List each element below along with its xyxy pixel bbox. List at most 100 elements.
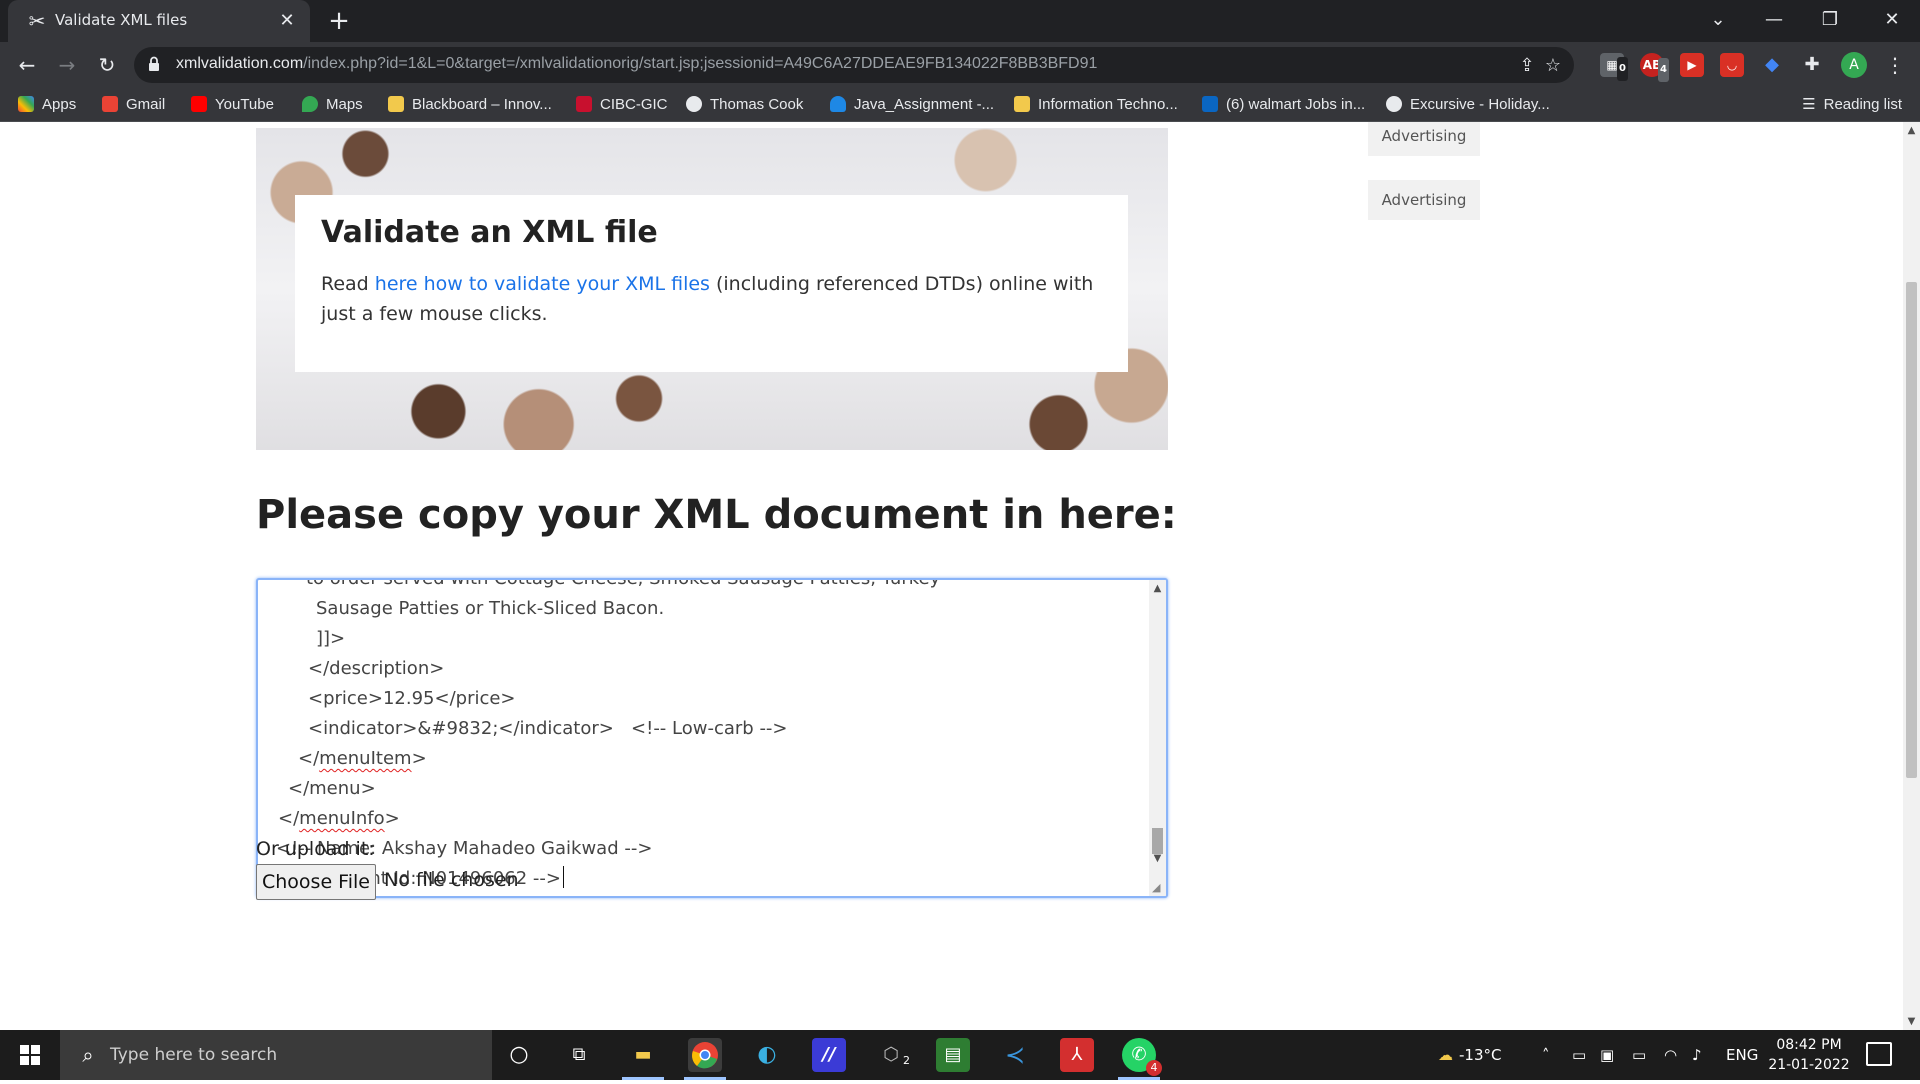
tab-close-icon[interactable]: ✕ bbox=[276, 10, 298, 32]
editor-scrollbar[interactable]: ▲ ▼ bbox=[1149, 580, 1166, 896]
extensions-puzzle-icon[interactable]: ✚ bbox=[1800, 53, 1824, 77]
profile-avatar[interactable]: A bbox=[1841, 52, 1867, 78]
bookmark-label: YouTube bbox=[215, 96, 274, 113]
page-heading: Please copy your XML document in here: bbox=[256, 492, 1177, 538]
how-to-validate-link[interactable]: here how to validate your XML files bbox=[375, 273, 710, 295]
editor-token: > bbox=[411, 748, 427, 769]
choose-file-button[interactable]: Choose File bbox=[256, 864, 376, 900]
minimize-button[interactable]: — bbox=[1746, 0, 1802, 40]
edge-icon[interactable]: ◐ bbox=[750, 1038, 784, 1072]
bookmark-apps[interactable]: Apps bbox=[18, 94, 76, 116]
weather-temp: -13°C bbox=[1459, 1046, 1502, 1064]
xml-input-textarea[interactable]: to order served with Cottage Cheese, Smo… bbox=[256, 578, 1168, 898]
upload-label: Or upload it: bbox=[256, 838, 375, 860]
cortana-icon[interactable]: ○ bbox=[502, 1038, 536, 1072]
bookmark-excursive[interactable]: Excursive - Holiday... bbox=[1386, 94, 1550, 116]
taskbar-clock[interactable]: 08:42 PM 21-01-2022 bbox=[1764, 1035, 1854, 1075]
forward-icon[interactable]: → bbox=[52, 50, 82, 80]
meet-now-icon[interactable]: ▭ bbox=[1572, 1030, 1586, 1080]
tab-validate-xml[interactable]: ✂ Validate XML files ✕ bbox=[8, 0, 310, 42]
bookmark-label: Maps bbox=[326, 96, 363, 113]
extension-grid-icon[interactable]: ▦ 0 bbox=[1600, 53, 1628, 81]
tab-search-icon[interactable]: ⌄ bbox=[1690, 0, 1746, 40]
reading-list-icon: ☰ bbox=[1802, 96, 1816, 113]
bookmark-label: Java_Assignment -... bbox=[854, 96, 995, 113]
page-scroll-thumb[interactable] bbox=[1906, 282, 1917, 778]
page-scroll-down-icon[interactable]: ▼ bbox=[1903, 1013, 1920, 1030]
windows-start-button[interactable] bbox=[0, 1030, 60, 1080]
whatsapp-icon[interactable]: ✆ 4 bbox=[1122, 1038, 1162, 1076]
editor-line: <indicator>&#9832;</indicator> <!-- Low-… bbox=[308, 718, 788, 739]
page-scrollbar[interactable]: ▲ ▼ bbox=[1903, 122, 1920, 1030]
bookmark-gmail[interactable]: Gmail bbox=[102, 94, 165, 116]
share-icon[interactable]: ⇪ bbox=[1514, 53, 1540, 79]
file-explorer-icon[interactable]: ▬ bbox=[626, 1038, 660, 1072]
no-file-chosen-text: No file chosen bbox=[384, 869, 519, 891]
bookmark-blackboard[interactable]: Blackboard – Innov... bbox=[388, 94, 552, 116]
display-icon[interactable]: ▣ bbox=[1600, 1030, 1614, 1080]
shield-extension-icon[interactable]: ◆ bbox=[1760, 53, 1784, 77]
chrome-icon[interactable] bbox=[688, 1038, 722, 1072]
page-scroll-up-icon[interactable]: ▲ bbox=[1903, 122, 1920, 139]
editor-token: </ bbox=[298, 748, 320, 769]
card-description: Read here how to validate your XML files… bbox=[321, 269, 1111, 329]
vscode-icon[interactable]: ≺ bbox=[998, 1038, 1032, 1072]
video-downloader-icon[interactable]: ▶ bbox=[1680, 53, 1704, 77]
scroll-up-arrow-icon[interactable]: ▲ bbox=[1149, 580, 1166, 597]
clock-time: 08:42 PM bbox=[1776, 1037, 1842, 1053]
editor-line: </description> bbox=[308, 658, 445, 679]
advertising-box[interactable]: Advertising bbox=[1368, 180, 1480, 220]
adblock-icon[interactable]: AB 4 bbox=[1640, 53, 1669, 82]
battery-icon[interactable]: ▭ bbox=[1632, 1030, 1646, 1080]
spreadsheet-icon[interactable]: ▤ bbox=[936, 1038, 970, 1072]
advertising-box[interactable]: Advertising bbox=[1368, 122, 1480, 156]
chrome-menu-icon[interactable]: ⋮ bbox=[1880, 50, 1910, 80]
app-launcher-icon[interactable]: // bbox=[812, 1038, 846, 1072]
volume-icon[interactable]: ♪ bbox=[1692, 1030, 1702, 1080]
taskbar-search-box[interactable]: ⌕ Type here to search bbox=[60, 1030, 492, 1080]
acrobat-icon[interactable]: ⅄ bbox=[1060, 1038, 1094, 1072]
tray-overflow-icon[interactable]: ˄ bbox=[1542, 1030, 1550, 1080]
bookmark-thomas-cook[interactable]: Thomas Cook bbox=[686, 94, 803, 116]
search-placeholder: Type here to search bbox=[110, 1045, 278, 1065]
bookmark-maps[interactable]: Maps bbox=[302, 94, 363, 116]
scroll-down-arrow-icon[interactable]: ▼ bbox=[1149, 850, 1166, 867]
globe-icon bbox=[1386, 96, 1402, 112]
bookmark-label: Thomas Cook bbox=[710, 96, 804, 113]
tab-title: Validate XML files bbox=[55, 11, 188, 29]
reload-icon[interactable]: ↻ bbox=[92, 50, 122, 80]
bookmark-cibc[interactable]: CIBC-GIC bbox=[576, 94, 668, 116]
wifi-icon[interactable]: ◠ bbox=[1664, 1030, 1677, 1080]
url-path: /index.php?id=1&L=0&target=/xmlvalidatio… bbox=[303, 55, 1098, 72]
editor-line: </menuItem> bbox=[298, 744, 427, 774]
settings-cog-icon[interactable]: ⬡ 2 bbox=[874, 1038, 910, 1072]
weather-widget[interactable]: ☁ -13°C bbox=[1438, 1030, 1501, 1080]
intro-card: Validate an XML file Read here how to va… bbox=[295, 195, 1128, 372]
bookmark-star-icon[interactable]: ☆ bbox=[1540, 53, 1566, 79]
back-icon[interactable]: ← bbox=[12, 50, 42, 80]
close-window-button[interactable]: ✕ bbox=[1864, 0, 1920, 40]
card-title: Validate an XML file bbox=[321, 215, 658, 250]
bookmark-walmart-jobs[interactable]: (6) walmart Jobs in... bbox=[1202, 94, 1365, 116]
bookmark-java-assignment[interactable]: Java_Assignment -... bbox=[830, 94, 994, 116]
reading-list-button[interactable]: ☰ Reading list bbox=[1802, 94, 1902, 116]
bookmark-label: CIBC-GIC bbox=[600, 96, 668, 113]
pocket-icon[interactable]: ◡ bbox=[1720, 53, 1744, 77]
resize-handle-icon[interactable]: ◢ bbox=[1152, 882, 1164, 894]
address-bar[interactable]: xmlvalidation.com/index.php?id=1&L=0&tar… bbox=[134, 47, 1574, 83]
extension-badge: 0 bbox=[1617, 57, 1628, 81]
taskview-badge: 2 bbox=[903, 1054, 910, 1067]
browser-toolbar: ← → ↻ xmlvalidation.com/index.php?id=1&L… bbox=[0, 42, 1920, 88]
blackboard-icon bbox=[388, 96, 404, 112]
restore-button[interactable]: ❐ bbox=[1802, 0, 1858, 40]
text-caret bbox=[563, 866, 564, 888]
input-language[interactable]: ENG bbox=[1726, 1030, 1758, 1080]
task-view-icon[interactable]: ⧉ bbox=[562, 1038, 596, 1072]
bookmark-label: Gmail bbox=[126, 96, 166, 113]
windows-taskbar: ⌕ Type here to search ○ ⧉ ▬ ◐ // ⬡ 2 ▤ ≺ … bbox=[0, 1030, 1920, 1080]
bookmark-youtube[interactable]: YouTube bbox=[191, 94, 274, 116]
notification-center-icon[interactable] bbox=[1866, 1042, 1892, 1066]
bookmark-information-techno[interactable]: Information Techno... bbox=[1014, 94, 1178, 116]
url-host: xmlvalidation.com bbox=[176, 55, 304, 72]
new-tab-button[interactable]: + bbox=[324, 6, 354, 36]
